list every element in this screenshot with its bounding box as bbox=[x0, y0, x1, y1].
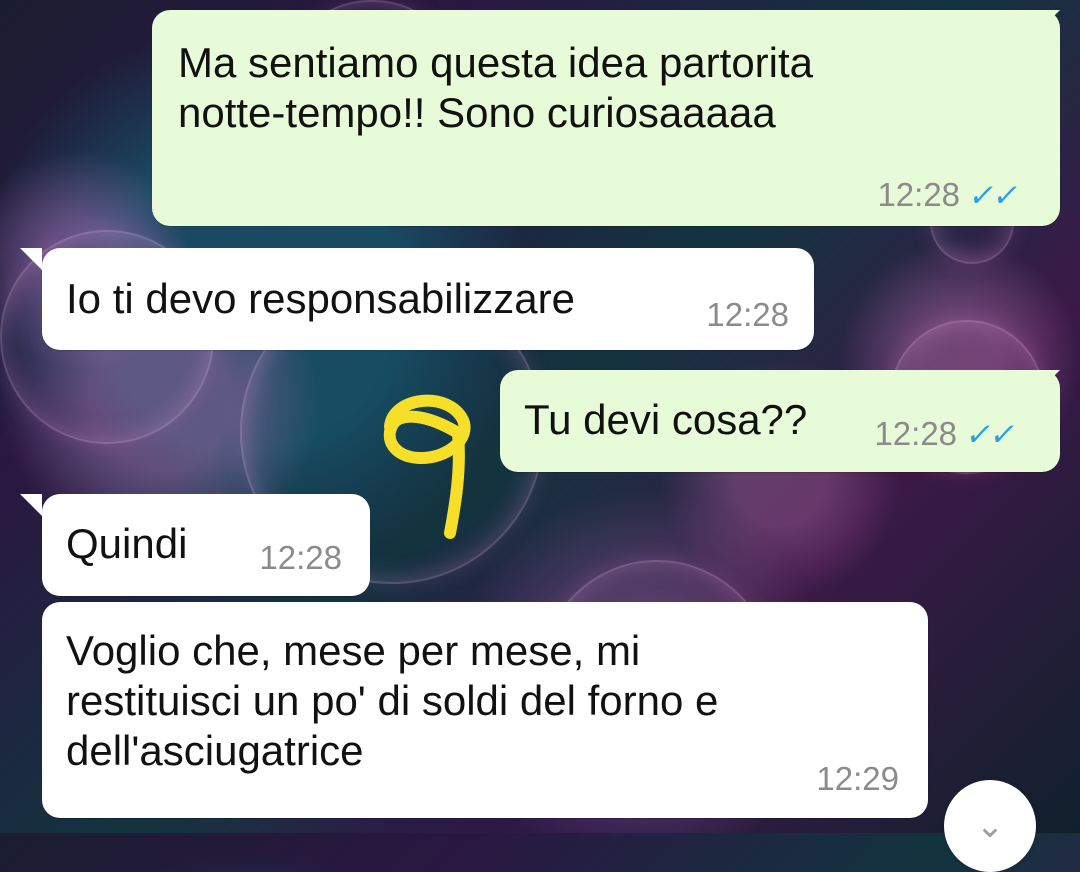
incoming-message[interactable]: Io ti devo responsabilizzare 12:28 bbox=[42, 248, 814, 350]
message-tail bbox=[20, 248, 42, 270]
outgoing-message[interactable]: Ma sentiamo questa idea partorita notte-… bbox=[152, 10, 1060, 226]
message-time: 12:28 bbox=[874, 415, 958, 452]
message-tail bbox=[20, 494, 42, 516]
message-text: Quindi bbox=[66, 520, 188, 567]
message-meta: 12:28 ✓✓ bbox=[874, 415, 1018, 453]
scroll-to-bottom-button[interactable]: ⌄ bbox=[944, 780, 1036, 872]
chat-conversation: Ma sentiamo questa idea partorita notte-… bbox=[0, 0, 1080, 833]
incoming-message[interactable]: Voglio che, mese per mese, mi restituisc… bbox=[42, 602, 928, 818]
message-meta: 12:28 bbox=[259, 539, 342, 577]
chevron-down-icon: ⌄ bbox=[975, 807, 1005, 845]
message-time: 12:28 bbox=[877, 176, 961, 213]
message-meta: 12:28 ✓✓ bbox=[877, 176, 1021, 214]
message-text: Voglio che, mese per mese, mi restituisc… bbox=[66, 627, 719, 774]
outgoing-message[interactable]: Tu devi cosa?? 12:28 ✓✓ bbox=[500, 370, 1060, 472]
message-time: 12:28 bbox=[706, 296, 789, 333]
double-check-icon: ✓✓ bbox=[963, 416, 1019, 452]
message-time: 12:29 bbox=[816, 760, 899, 797]
message-meta: 12:29 bbox=[816, 760, 899, 798]
message-text: Tu devi cosa?? bbox=[524, 396, 808, 443]
double-check-icon: ✓✓ bbox=[966, 177, 1022, 213]
incoming-message[interactable]: Quindi 12:28 bbox=[42, 494, 370, 596]
message-meta: 12:28 bbox=[706, 296, 789, 334]
message-text: Io ti devo responsabilizzare bbox=[66, 275, 575, 322]
message-time: 12:28 bbox=[259, 539, 342, 576]
message-text: Ma sentiamo questa idea partorita notte-… bbox=[178, 39, 814, 136]
yellow-annotation-icon bbox=[383, 394, 471, 539]
